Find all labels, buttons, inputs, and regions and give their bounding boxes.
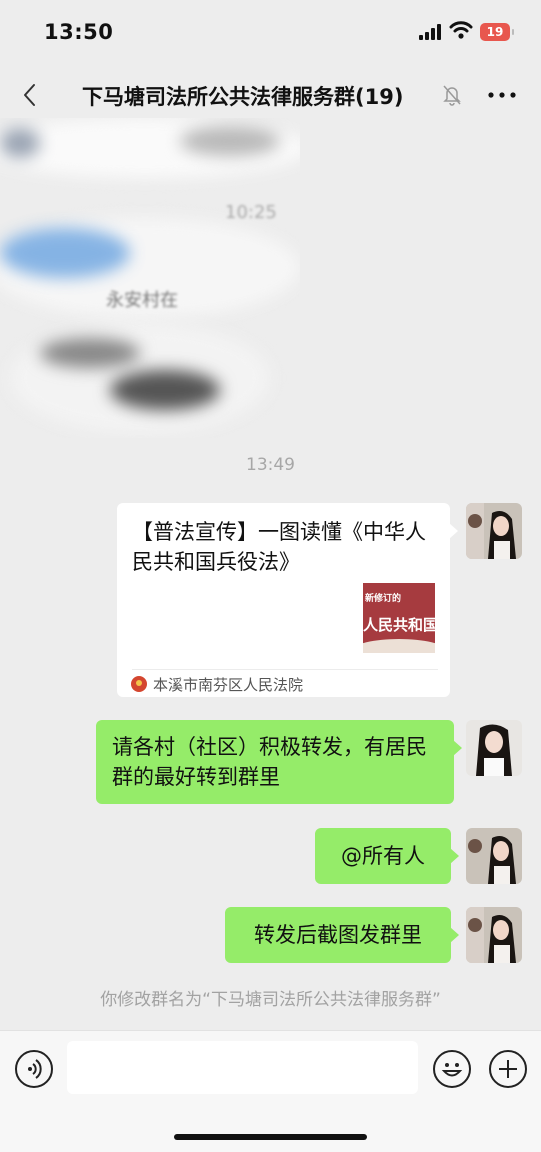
share-card-source-name: 本溪市南芬区人民法院 [153, 675, 304, 694]
more-actions-button[interactable] [489, 1050, 527, 1088]
thumb-top-text: 新修订的 [365, 594, 402, 604]
my-avatar[interactable] [466, 828, 522, 884]
redacted-messages: 10:25 永安村在 [0, 118, 300, 438]
voice-input-button[interactable] [15, 1050, 53, 1088]
chat-title: 下马塘司法所公共法律服务群(19) [82, 85, 404, 109]
nav-bar: 下马塘司法所公共法律服务群(19) [0, 66, 541, 124]
battery-level: 19 [486, 25, 504, 39]
battery-icon: 19 [480, 23, 514, 41]
message-text: 请各村（社区）积极转发，有居民群的最好转到群里 [112, 735, 427, 789]
emoji-button[interactable] [433, 1050, 471, 1088]
share-card[interactable]: 【普法宣传】一图读懂《中华人民共和国兵役法》 新修订的 人民共和国兵 本溪市南芬… [117, 503, 458, 697]
share-card-title: 【普法宣传】一图读懂《中华人民共和国兵役法》 [132, 520, 426, 574]
redacted-snippet: 永安村在 [106, 290, 178, 311]
mute-bell-icon [443, 85, 461, 106]
message-bubble[interactable]: 转发后截图发群里 [225, 907, 459, 963]
share-card-thumbnail: 新修订的 人民共和国兵 [363, 583, 435, 653]
more-icon[interactable] [486, 82, 518, 108]
message-text: @所有人 [341, 844, 425, 868]
message-bubble[interactable]: @所有人 [315, 828, 459, 884]
thumb-main-text: 人民共和国兵 [363, 616, 435, 634]
message-text: 转发后截图发群里 [254, 923, 422, 947]
home-indicator [174, 1134, 367, 1140]
status-bar: 13:50 19 [0, 0, 541, 66]
message-input[interactable] [67, 1041, 418, 1094]
system-notice: 你修改群名为“下马塘司法所公共法律服务群” [100, 990, 441, 1010]
chat-timestamp: 13:49 [246, 455, 295, 475]
plus-icon [499, 1060, 517, 1078]
voice-icon [28, 1059, 42, 1079]
share-card-source: 本溪市南芬区人民法院 [131, 673, 303, 695]
redacted-time: 10:25 [225, 202, 277, 223]
my-avatar[interactable] [466, 720, 522, 776]
signal-icon [419, 24, 445, 40]
my-avatar[interactable] [466, 503, 522, 559]
card-divider [132, 669, 438, 670]
my-avatar[interactable] [466, 907, 522, 963]
status-time: 13:50 [44, 20, 114, 44]
message-bubble[interactable]: 请各村（社区）积极转发，有居民群的最好转到群里 [96, 720, 462, 804]
emoji-icon [441, 1063, 463, 1077]
wifi-icon [449, 21, 473, 39]
court-emblem-icon [131, 676, 147, 692]
back-icon[interactable] [18, 82, 44, 108]
input-bar [0, 1030, 541, 1152]
